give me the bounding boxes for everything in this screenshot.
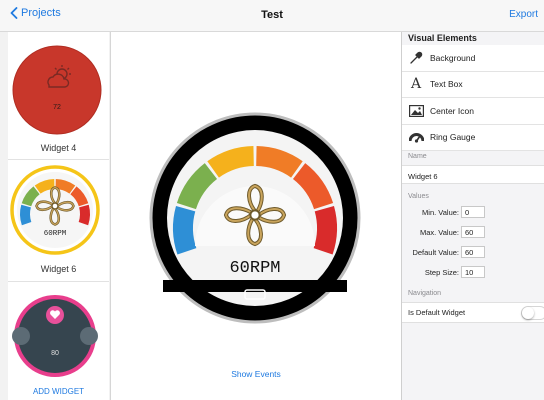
name-section-label: Name <box>408 153 427 160</box>
visual-elements-header: Visual Elements <box>408 33 477 43</box>
navigation-section-label: Navigation <box>408 290 442 297</box>
default-widget-label: Is Default Widget <box>408 308 466 317</box>
max-value-input[interactable] <box>461 226 485 238</box>
watch-preview: 60RPM <box>149 112 361 324</box>
export-button[interactable]: Export <box>509 9 538 20</box>
element-label: Background <box>430 52 476 63</box>
add-widget-button[interactable]: ADD WIDGET <box>8 387 109 396</box>
widget-list: 72 Widget 4 60RPM Widget 6 80 ADD WIDGET <box>8 32 109 400</box>
min-value-label: Min. Value: <box>422 208 459 217</box>
projects-back-button[interactable]: Projects <box>10 7 61 19</box>
element-label: Center Icon <box>430 105 474 116</box>
element-label: Text Box <box>430 79 463 90</box>
widget-4-thumbnail: 72 <box>12 45 102 135</box>
widget-card-heart[interactable]: 80 <box>8 282 109 382</box>
element-ring-gauge[interactable]: Ring Gauge <box>402 125 544 151</box>
widget-6-label: Widget 6 <box>40 264 77 274</box>
heart-widget-value: 80 <box>51 350 59 357</box>
gauge-segment <box>20 204 32 226</box>
widget-sidebar: 72 Widget 4 60RPM Widget 6 80 ADD WIDGET <box>0 32 111 400</box>
element-text-box[interactable]: A Text Box <box>402 72 544 98</box>
text-icon: A <box>410 76 422 93</box>
toggle-knob <box>522 307 534 319</box>
step-size-row: Step Size: <box>402 265 544 281</box>
max-value-label: Max. Value: <box>419 228 459 237</box>
widget-card-widget-4[interactable]: 72 Widget 4 <box>8 32 109 160</box>
min-value-input[interactable] <box>461 206 485 218</box>
gauge-value-text: 60RPM <box>229 259 280 278</box>
chevron-left-icon <box>10 7 18 19</box>
widget-6-value: 60RPM <box>44 230 67 238</box>
properties-panel: Visual Elements Background A Text Box Ce… <box>401 32 544 400</box>
image-icon <box>408 103 424 119</box>
values-section-label: Values <box>408 193 429 200</box>
gauge-segment <box>78 204 90 226</box>
eyedropper-icon <box>408 50 424 66</box>
step-size-input[interactable] <box>461 266 485 278</box>
element-label: Ring Gauge <box>430 132 476 143</box>
default-widget-toggle[interactable] <box>521 306 544 320</box>
visual-elements-list: Background A Text Box Center Icon Ring G… <box>402 45 544 151</box>
step-size-label: Step Size: <box>424 268 459 277</box>
widget-card-widget-6[interactable]: 60RPM Widget 6 <box>8 160 109 282</box>
element-background[interactable]: Background <box>402 45 544 72</box>
navigation-bar: Projects Test Export <box>0 0 544 32</box>
default-widget-row: Is Default Widget <box>402 302 544 323</box>
widget-preview-area: 60RPM Show Events <box>111 32 401 400</box>
name-field-row <box>402 165 544 185</box>
gauge-segment <box>313 205 337 255</box>
widget-6-thumbnail: 60RPM <box>10 165 100 255</box>
gauge-segment <box>173 205 197 255</box>
min-value-row: Min. Value: <box>402 205 544 221</box>
gauge-icon <box>408 129 424 145</box>
projects-back-label: Projects <box>21 7 61 19</box>
element-center-icon[interactable]: Center Icon <box>402 98 544 125</box>
heart-widget-thumbnail: 80 <box>12 295 98 377</box>
show-events-button[interactable]: Show Events <box>111 369 401 379</box>
widget-4-label: Widget 4 <box>40 143 77 153</box>
max-value-row: Max. Value: <box>402 225 544 241</box>
widget-name-input[interactable] <box>402 168 538 185</box>
page-title: Test <box>261 9 283 21</box>
default-value-row: Default Value: <box>402 245 544 261</box>
default-value-label: Default Value: <box>412 248 459 257</box>
widget-4-value: 72 <box>53 104 61 111</box>
default-value-input[interactable] <box>461 246 485 258</box>
